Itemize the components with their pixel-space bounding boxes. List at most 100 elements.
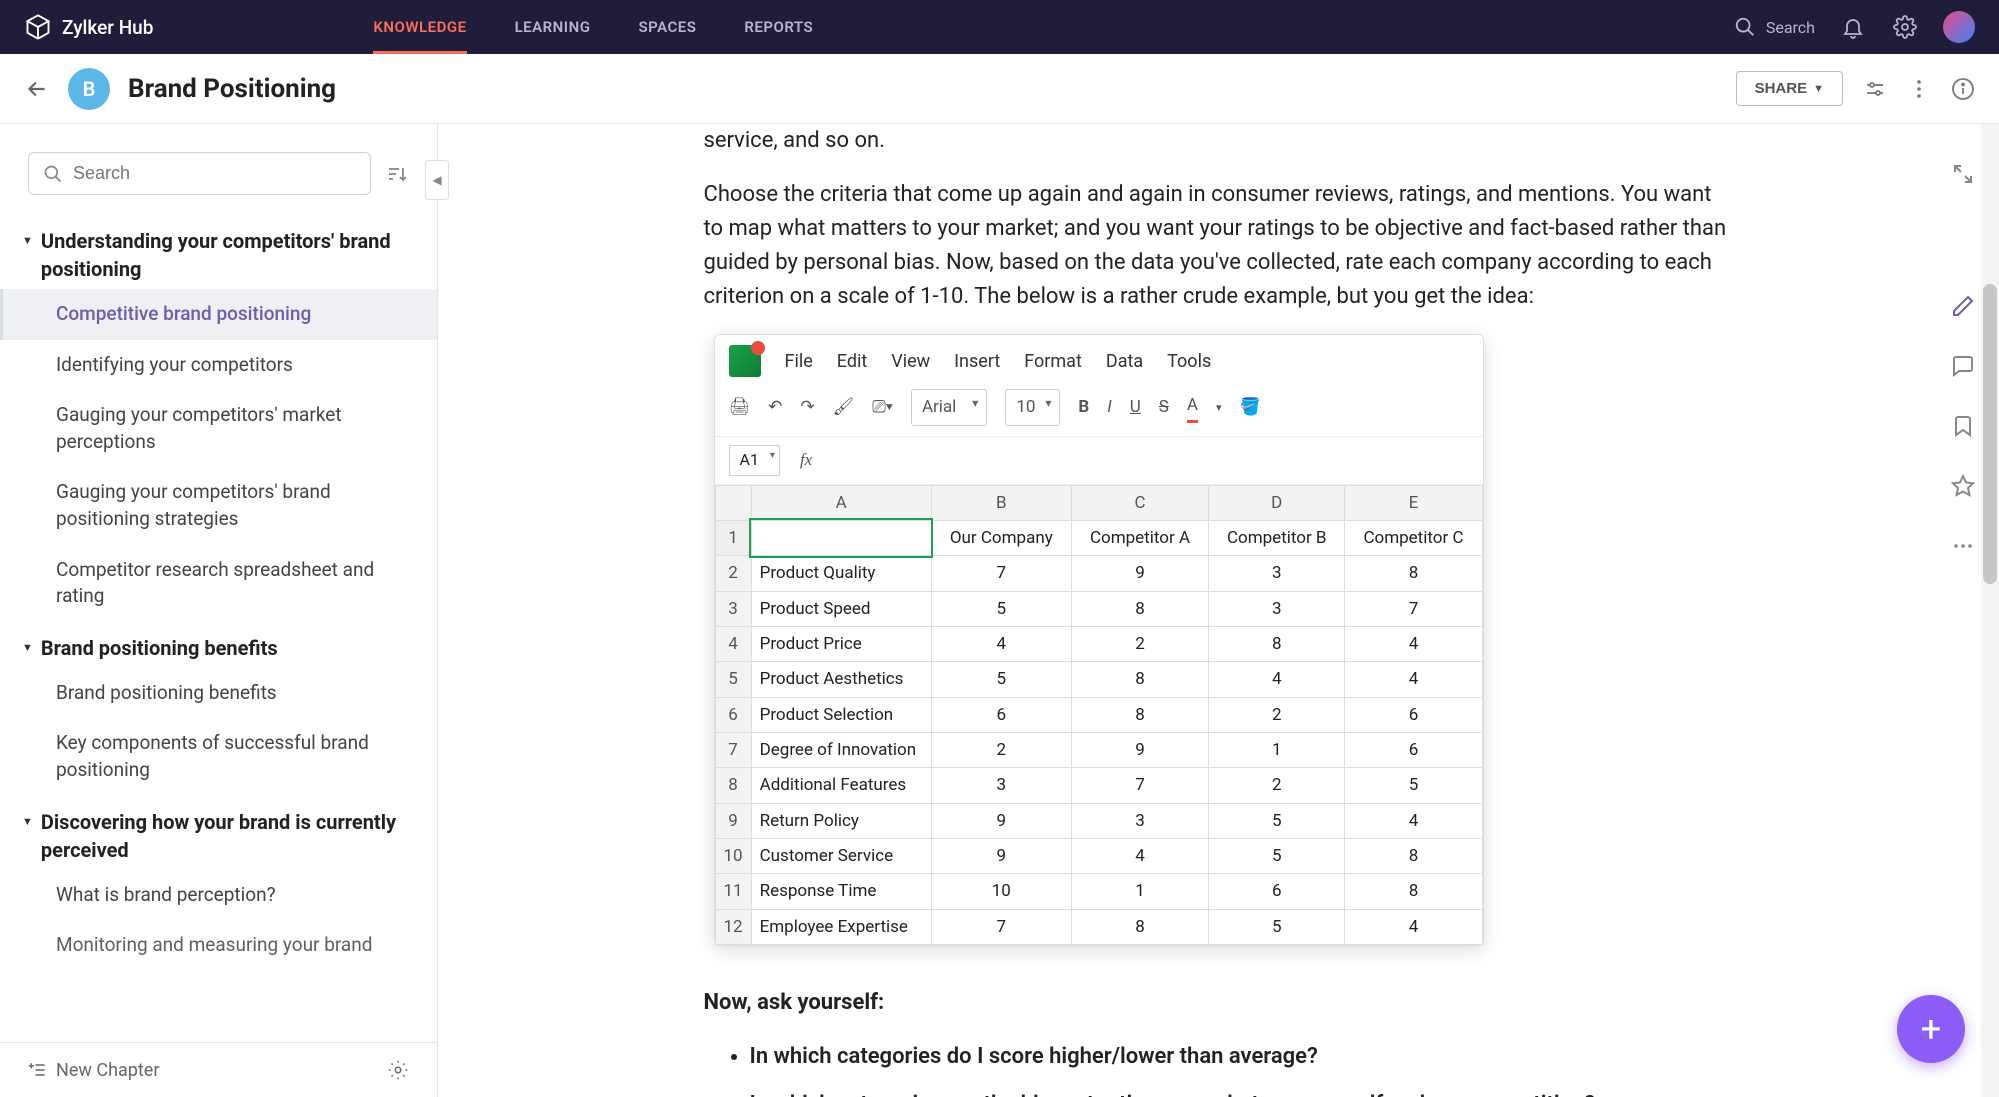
cell[interactable]: 8 bbox=[1209, 626, 1345, 661]
cell[interactable]: 2 bbox=[1071, 626, 1208, 661]
row-number[interactable]: 5 bbox=[715, 662, 751, 697]
cell[interactable]: 3 bbox=[1209, 556, 1345, 591]
row-number[interactable]: 12 bbox=[715, 909, 751, 944]
row-number[interactable]: 9 bbox=[715, 803, 751, 838]
row-number[interactable]: 4 bbox=[715, 626, 751, 661]
menu-data[interactable]: Data bbox=[1106, 348, 1143, 376]
sidebar-settings-button[interactable] bbox=[387, 1059, 409, 1081]
share-button[interactable]: SHARE ▼ bbox=[1736, 71, 1843, 106]
text-color-icon[interactable]: A bbox=[1187, 392, 1198, 422]
col-header[interactable]: E bbox=[1345, 485, 1482, 520]
toc-item-market-perceptions[interactable]: Gauging your competitors' market percept… bbox=[0, 390, 437, 467]
font-select[interactable]: Arial bbox=[911, 389, 987, 425]
cell[interactable]: 9 bbox=[1071, 733, 1208, 768]
col-header[interactable]: A bbox=[751, 485, 931, 520]
cell[interactable]: 4 bbox=[1071, 839, 1208, 874]
cell[interactable]: 8 bbox=[1071, 662, 1208, 697]
cell[interactable]: 4 bbox=[1345, 662, 1482, 697]
row-number[interactable]: 8 bbox=[715, 768, 751, 803]
fill-color-icon[interactable]: 🪣 bbox=[1240, 394, 1261, 420]
cell[interactable]: 8 bbox=[1345, 839, 1482, 874]
strike-icon[interactable]: S bbox=[1159, 394, 1169, 420]
grid-corner[interactable] bbox=[715, 485, 751, 520]
row-number[interactable]: 3 bbox=[715, 591, 751, 626]
toc-item-benefits[interactable]: Brand positioning benefits bbox=[0, 668, 437, 719]
menu-file[interactable]: File bbox=[785, 348, 813, 376]
cell[interactable]: Our Company bbox=[931, 520, 1071, 555]
sort-button[interactable] bbox=[385, 162, 409, 186]
user-avatar[interactable] bbox=[1943, 11, 1975, 43]
sidebar-search[interactable] bbox=[28, 152, 371, 195]
cell[interactable]: 5 bbox=[1209, 909, 1345, 944]
cell[interactable]: Response Time bbox=[751, 874, 931, 909]
clear-format-icon[interactable]: ⎚▾ bbox=[872, 394, 893, 420]
comment-button[interactable] bbox=[1949, 352, 1977, 380]
menu-format[interactable]: Format bbox=[1024, 348, 1082, 376]
cell[interactable]: 5 bbox=[931, 591, 1071, 626]
cell[interactable]: 7 bbox=[1345, 591, 1482, 626]
cell[interactable]: Competitor A bbox=[1071, 520, 1208, 555]
cell[interactable]: 6 bbox=[1209, 874, 1345, 909]
cell[interactable]: Product Quality bbox=[751, 556, 931, 591]
cell[interactable]: Competitor B bbox=[1209, 520, 1345, 555]
toc-item-positioning-strategies[interactable]: Gauging your competitors' brand position… bbox=[0, 467, 437, 544]
cell[interactable]: 4 bbox=[1345, 803, 1482, 838]
cell[interactable]: Competitor C bbox=[1345, 520, 1482, 555]
menu-tools[interactable]: Tools bbox=[1167, 348, 1211, 376]
more-button[interactable] bbox=[1907, 77, 1931, 101]
cell[interactable]: 6 bbox=[1345, 697, 1482, 732]
cell[interactable]: 8 bbox=[1345, 556, 1482, 591]
undo-icon[interactable]: ↶ bbox=[768, 394, 782, 420]
nav-tab-spaces[interactable]: SPACES bbox=[638, 0, 696, 54]
cell[interactable] bbox=[751, 520, 931, 555]
cell[interactable]: 10 bbox=[931, 874, 1071, 909]
cell[interactable]: 4 bbox=[1209, 662, 1345, 697]
print-icon[interactable]: 🖨 bbox=[729, 394, 751, 420]
col-header[interactable]: D bbox=[1209, 485, 1345, 520]
cell[interactable]: 2 bbox=[1209, 697, 1345, 732]
cell[interactable]: Product Aesthetics bbox=[751, 662, 931, 697]
underline-icon[interactable]: U bbox=[1130, 394, 1141, 420]
filter-button[interactable] bbox=[1863, 77, 1887, 101]
cell-reference[interactable]: A1 bbox=[729, 445, 780, 476]
nav-tab-learning[interactable]: LEARNING bbox=[515, 0, 591, 54]
cell[interactable]: 9 bbox=[1071, 556, 1208, 591]
cell[interactable]: 4 bbox=[931, 626, 1071, 661]
cell[interactable]: 6 bbox=[931, 697, 1071, 732]
toc-item-monitoring-perception[interactable]: Monitoring and measuring your brand perc… bbox=[0, 920, 437, 964]
cell[interactable]: 3 bbox=[931, 768, 1071, 803]
scrollbar[interactable] bbox=[1981, 124, 1999, 1097]
add-button[interactable]: + bbox=[1897, 995, 1965, 1063]
toc-section-benefits[interactable]: ▼ Brand positioning benefits bbox=[0, 622, 437, 668]
cell[interactable]: 3 bbox=[1071, 803, 1208, 838]
edit-button[interactable] bbox=[1949, 292, 1977, 320]
cell[interactable]: Product Selection bbox=[751, 697, 931, 732]
cell[interactable]: Product Price bbox=[751, 626, 931, 661]
toc-section-perception[interactable]: ▼ Discovering how your brand is currentl… bbox=[0, 796, 437, 870]
toc-item-key-components[interactable]: Key components of successful brand posit… bbox=[0, 718, 437, 795]
back-button[interactable] bbox=[24, 76, 50, 102]
nav-tab-knowledge[interactable]: KNOWLEDGE bbox=[373, 0, 466, 54]
menu-edit[interactable]: Edit bbox=[837, 348, 867, 376]
more-actions-button[interactable] bbox=[1949, 532, 1977, 560]
cell[interactable]: 7 bbox=[931, 909, 1071, 944]
redo-icon[interactable]: ↷ bbox=[800, 394, 814, 420]
cell[interactable]: 5 bbox=[1209, 839, 1345, 874]
expand-button[interactable] bbox=[1949, 160, 1977, 188]
toc-item-competitive-positioning[interactable]: Competitive brand positioning bbox=[0, 289, 437, 340]
font-size-select[interactable]: 10 bbox=[1005, 389, 1060, 425]
italic-icon[interactable]: I bbox=[1107, 394, 1111, 420]
col-header[interactable]: B bbox=[931, 485, 1071, 520]
scrollbar-thumb[interactable] bbox=[1983, 284, 1997, 584]
notifications-button[interactable] bbox=[1839, 13, 1867, 41]
cell[interactable]: 5 bbox=[1209, 803, 1345, 838]
toc-item-what-is-perception[interactable]: What is brand perception? bbox=[0, 870, 437, 921]
cell[interactable]: 3 bbox=[1209, 591, 1345, 626]
cell[interactable]: Return Policy bbox=[751, 803, 931, 838]
cell[interactable]: 9 bbox=[931, 839, 1071, 874]
cell[interactable]: 8 bbox=[1345, 874, 1482, 909]
col-header[interactable]: C bbox=[1071, 485, 1208, 520]
cell[interactable]: Additional Features bbox=[751, 768, 931, 803]
cell[interactable]: 5 bbox=[931, 662, 1071, 697]
row-number[interactable]: 6 bbox=[715, 697, 751, 732]
